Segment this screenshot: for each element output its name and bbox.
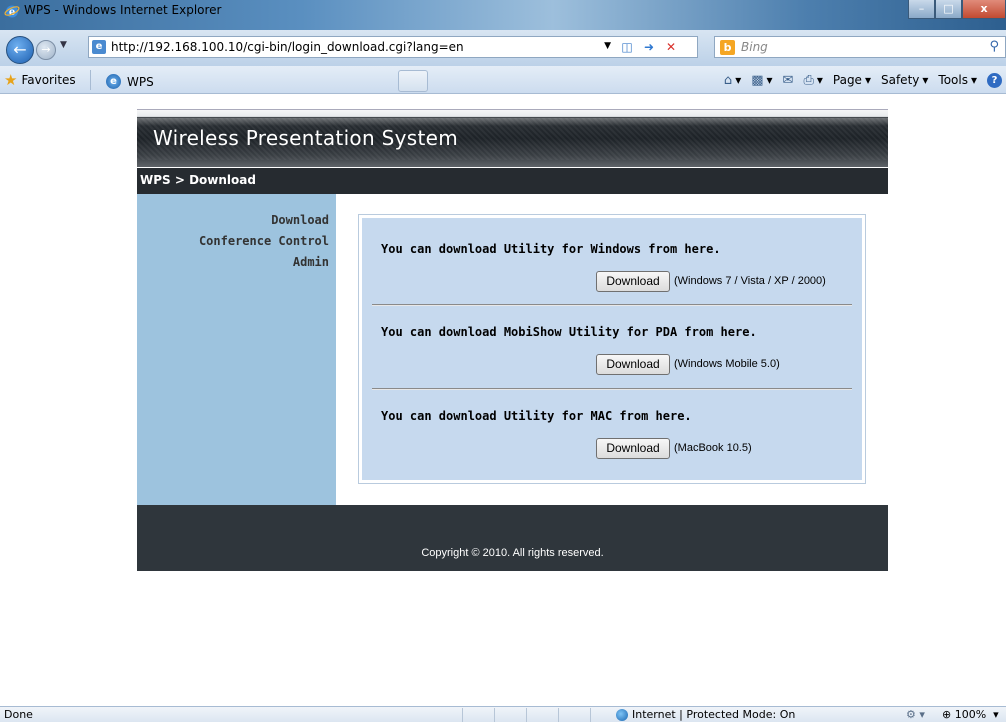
divider — [372, 388, 852, 390]
command-bar: ⌂ ▾ ▩ ▾ ✉ ⎙ ▾ Page ▾ Safety ▾ Tools ▾ ? — [724, 71, 1006, 89]
page-menu[interactable]: Page ▾ — [833, 73, 871, 87]
stop-icon[interactable]: ✕ — [663, 39, 679, 55]
home-button[interactable]: ⌂ ▾ — [724, 73, 741, 88]
address-toolbar: ← → ▼ e http://192.168.100.10/cgi-bin/lo… — [0, 30, 1006, 66]
divider — [526, 708, 527, 722]
sidebar-item-conference-control[interactable]: Conference Control — [199, 234, 329, 248]
tab-title: WPS — [127, 74, 154, 89]
bing-icon: b — [720, 40, 735, 55]
divider — [494, 708, 495, 722]
banner-title: Wireless Presentation System — [153, 126, 458, 150]
globe-icon — [616, 708, 628, 721]
download-pda-button[interactable]: Download — [596, 354, 670, 375]
page-viewport: Wireless Presentation System WPS > Downl… — [0, 95, 1006, 706]
help-icon: ? — [987, 72, 1002, 88]
download-panel-body: You can download Utility for Windows fro… — [362, 218, 862, 480]
breadcrumb-bar: WPS > Download — [137, 168, 888, 194]
divider — [372, 304, 852, 306]
page-icon: e — [92, 40, 106, 54]
tools-menu[interactable]: Tools ▾ — [938, 73, 977, 87]
download-windows-text: You can download Utility for Windows fro… — [381, 242, 721, 256]
minimize-button[interactable]: – — [908, 0, 935, 19]
forward-arrow-icon: → — [41, 43, 51, 56]
main-content: You can download Utility for Windows fro… — [336, 194, 888, 505]
favorites-button[interactable]: ★ Favorites — [4, 71, 76, 89]
print-button[interactable]: ⎙ ▾ — [803, 73, 822, 88]
banner-sheen — [137, 118, 888, 126]
breadcrumb: WPS > Download — [140, 173, 256, 187]
status-bar: Done Internet | Protected Mode: On ⚙ ▾ ⊕… — [0, 706, 1006, 722]
divider — [462, 708, 463, 722]
recent-pages-dropdown[interactable]: ▼ — [60, 40, 72, 54]
compatibility-view-icon[interactable]: ◫ — [619, 39, 635, 55]
url-text[interactable]: http://192.168.100.10/cgi-bin/login_down… — [111, 40, 464, 54]
help-button[interactable]: ? — [987, 72, 1002, 88]
divider — [558, 708, 559, 722]
favorites-star-icon: ★ — [4, 71, 18, 89]
address-bar[interactable]: e http://192.168.100.10/cgi-bin/login_do… — [88, 36, 698, 58]
search-icon[interactable]: ⚲ — [989, 39, 999, 54]
sidebar: Download Conference Control Admin — [137, 194, 336, 505]
download-windows-button[interactable]: Download — [596, 271, 670, 292]
refresh-go-icon[interactable]: ➜ — [641, 39, 657, 55]
favorites-label: Favorites — [21, 73, 76, 87]
new-tab-button[interactable] — [398, 70, 428, 92]
print-icon: ⎙ — [803, 72, 814, 88]
back-button[interactable]: ← — [6, 36, 34, 64]
favorites-bar: ★ Favorites e WPS ⌂ ▾ ▩ ▾ ✉ ⎙ ▾ Page ▾ Safet… — [0, 66, 1006, 94]
sidebar-item-admin[interactable]: Admin — [293, 255, 329, 269]
mail-icon: ✉ — [782, 72, 794, 88]
address-dropdown-icon[interactable]: ▼ — [604, 41, 611, 51]
search-placeholder[interactable]: Bing — [741, 40, 768, 54]
window-controls: – □ x — [908, 0, 1006, 20]
security-zone[interactable]: Internet | Protected Mode: On — [616, 708, 795, 721]
download-pda-text: You can download MobiShow Utility for PD… — [381, 325, 757, 339]
safety-menu-label: Safety — [880, 73, 920, 87]
wps-banner: Wireless Presentation System — [137, 109, 888, 167]
download-mac-button[interactable]: Download — [596, 438, 670, 459]
tools-menu-label: Tools — [938, 73, 968, 87]
feeds-icon: ▩ — [751, 72, 764, 88]
search-box[interactable]: b Bing ⚲ — [714, 36, 1006, 58]
sidebar-item-download[interactable]: Download — [271, 213, 329, 227]
download-mac-text: You can download Utility for MAC from he… — [381, 409, 692, 423]
copyright-text: Copyright © 2010. All rights reserved. — [421, 547, 604, 559]
ie-logo-icon: e — [4, 5, 20, 18]
mail-button[interactable]: ✉ — [783, 73, 794, 88]
tab-wps[interactable]: e WPS — [100, 69, 396, 94]
download-windows-note: (Windows 7 / Vista / XP / 2000) — [674, 275, 826, 287]
safety-menu[interactable]: Safety ▾ — [881, 73, 928, 87]
divider — [90, 70, 91, 90]
status-text: Done — [4, 708, 33, 721]
forward-button[interactable]: → — [36, 40, 56, 60]
download-pda-note: (Windows Mobile 5.0) — [674, 358, 780, 370]
window-title-bar: e WPS - Windows Internet Explorer – □ x — [0, 0, 1006, 30]
tab-ie-icon: e — [106, 74, 121, 89]
footer: Copyright © 2010. All rights reserved. — [137, 505, 888, 571]
protected-mode-icon[interactable]: ⚙ ▾ — [906, 708, 925, 721]
download-panel: You can download Utility for Windows fro… — [358, 214, 866, 484]
back-arrow-icon: ← — [13, 40, 27, 59]
feeds-button[interactable]: ▩ ▾ — [751, 73, 772, 88]
close-button[interactable]: x — [962, 0, 1006, 19]
page-menu-label: Page — [832, 73, 862, 87]
divider — [590, 708, 591, 722]
home-icon: ⌂ — [723, 72, 733, 88]
zoom-value: 100% — [954, 708, 987, 721]
download-mac-note: (MacBook 10.5) — [674, 442, 752, 454]
window-title: WPS - Windows Internet Explorer — [24, 3, 222, 17]
wps-page: Wireless Presentation System WPS > Downl… — [137, 109, 888, 571]
zoom-level[interactable]: ⊕ 100% ▾ — [942, 708, 999, 721]
maximize-button[interactable]: □ — [935, 0, 962, 19]
security-zone-label: Internet | Protected Mode: On — [632, 708, 796, 721]
